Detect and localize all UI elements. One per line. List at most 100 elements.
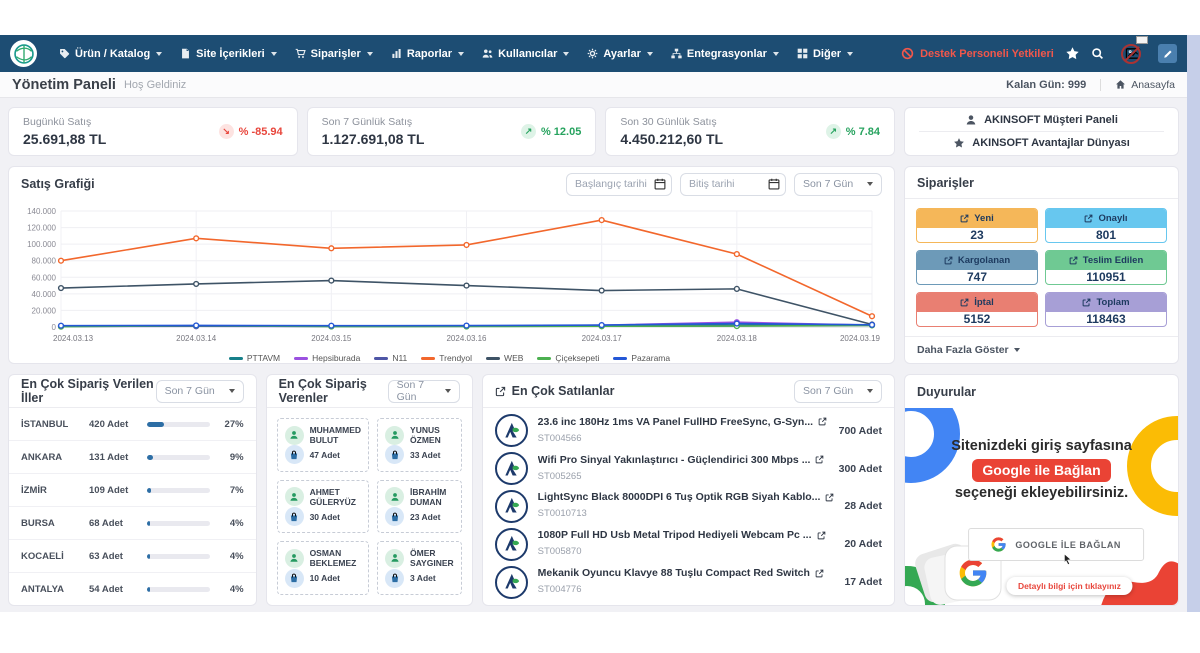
bag-icon xyxy=(385,507,404,526)
customer-card: İBRAHİM DUMAN 23 Adet xyxy=(377,480,462,534)
menu-item-entegrasyonlar[interactable]: Entegrasyonlar xyxy=(663,35,787,72)
cities-title: En Çok Sipariş Verilen İller xyxy=(21,377,156,405)
customer-card: YUNUS ÖZMEN 33 Adet xyxy=(377,418,462,472)
product-row: 23.6 inc 180Hz 1ms VA Panel FullHD FreeS… xyxy=(495,412,882,450)
external-link-icon xyxy=(1082,298,1091,307)
orders-box-delivered[interactable]: Teslim Edilen110951 xyxy=(1045,250,1167,285)
chart-range-select[interactable]: Son 7 Gün xyxy=(794,173,882,196)
orders-box-cancelled[interactable]: İptal5152 xyxy=(916,292,1038,327)
chevron-down-icon xyxy=(867,389,873,393)
akinsoft-product-logo xyxy=(495,528,528,561)
sitemap-icon xyxy=(671,48,682,59)
product-count: 20 Adet xyxy=(844,538,882,550)
menu-label: Ayarlar xyxy=(603,48,641,60)
orders-box-new[interactable]: Yeni23 xyxy=(916,208,1038,243)
svg-text:2024.03.16: 2024.03.16 xyxy=(446,334,487,343)
bottom-row: En Çok Sipariş Verilen İller Son 7 Gün İ… xyxy=(8,374,895,606)
menu-item-site-icerikleri[interactable]: Site İçerikleri xyxy=(172,35,285,72)
menu-item-kullanicilar[interactable]: Kullanıcılar xyxy=(474,35,577,72)
akinsoft-product-logo xyxy=(495,452,528,485)
menu-item-urun-katalog[interactable]: Ürün / Katalog xyxy=(51,35,170,72)
svg-text:40.000: 40.000 xyxy=(32,290,57,299)
external-link-icon xyxy=(815,569,824,578)
product-code: ST005265 xyxy=(538,471,582,482)
edit-mode-button[interactable] xyxy=(1158,44,1177,63)
bag-icon xyxy=(385,569,404,588)
product-row: LightSync Black 8000DPI 6 Tuş Optik RGB … xyxy=(495,488,882,526)
gear-icon xyxy=(587,48,598,59)
legend-item[interactable]: Çiçeksepeti xyxy=(537,353,599,363)
breadcrumb-home-link[interactable]: Anasayfa xyxy=(1101,79,1175,91)
chart-icon xyxy=(391,48,402,59)
file-icon xyxy=(180,48,191,59)
sellers-range-select[interactable]: Son 7 Gün xyxy=(794,380,882,403)
menu-label: Raporlar xyxy=(407,48,452,60)
stat-card-7day-sales: Son 7 Günlük Satış 1.127.691,08 TL ↗% 12… xyxy=(307,107,597,156)
top-navbar: Ürün / Katalog Site İçerikleri Siparişle… xyxy=(0,35,1187,72)
menu-item-raporlar[interactable]: Raporlar xyxy=(383,35,472,72)
external-link-icon xyxy=(960,298,969,307)
stat-card-today-sales: Bugünkü Satış 25.691,88 TL ↘% -85.94 xyxy=(8,107,298,156)
star-icon xyxy=(1066,47,1079,60)
support-permissions-link[interactable]: Destek Personeli Yetkileri xyxy=(901,47,1054,60)
brand-logo[interactable] xyxy=(10,40,37,67)
orders-box-approved[interactable]: Onaylı801 xyxy=(1045,208,1167,243)
customers-range-select[interactable]: Son 7 Gün xyxy=(388,380,460,403)
show-more-link[interactable]: Daha Fazla Göster xyxy=(905,336,1178,363)
customer-panel-link[interactable]: AKINSOFT Müşteri Paneli xyxy=(919,109,1164,131)
city-bar xyxy=(147,455,210,460)
stat-value: 4.450.212,60 TL xyxy=(620,131,723,147)
legend-item[interactable]: PTTAVM xyxy=(229,353,280,363)
home-icon xyxy=(1115,79,1126,90)
main-menu: Ürün / Katalog Site İçerikleri Siparişle… xyxy=(51,35,861,72)
stat-card-30day-sales: Son 30 Günlük Satış 4.450.212,60 TL ↗% 7… xyxy=(605,107,895,156)
chevron-down-icon xyxy=(773,52,779,56)
svg-text:80.000: 80.000 xyxy=(32,257,57,266)
top-sellers-card: En Çok Satılanlar Son 7 Gün 23.6 inc 180… xyxy=(482,374,895,606)
end-date-field xyxy=(680,173,786,196)
product-code: ST004776 xyxy=(538,584,582,595)
language-flag-button[interactable] xyxy=(1122,45,1144,63)
page-subtitle: Hoş Geldiniz xyxy=(124,79,186,91)
external-link-icon xyxy=(944,256,953,265)
product-link[interactable]: LightSync Black 8000DPI 6 Tuş Optik RGB … xyxy=(538,491,835,503)
advantages-link[interactable]: AKINSOFT Avantajlar Dünyası xyxy=(919,132,1164,154)
product-row: Wifi Pro Sinyal Yakınlaştırıcı - Güçlend… xyxy=(495,450,882,488)
orders-box-total[interactable]: Toplam118463 xyxy=(1045,292,1167,327)
city-bar xyxy=(147,587,210,592)
orders-box-shipped[interactable]: Kargolanan747 xyxy=(916,250,1038,285)
customers-title: En Çok Sipariş Verenler xyxy=(279,377,388,405)
product-link[interactable]: 1080P Full HD Usb Metal Tripod Hediyeli … xyxy=(538,529,835,541)
product-link[interactable]: Wifi Pro Sinyal Yakınlaştırıcı - Güçlend… xyxy=(538,454,829,466)
product-link[interactable]: 23.6 inc 180Hz 1ms VA Panel FullHD FreeS… xyxy=(538,416,829,428)
ban-icon xyxy=(901,47,914,60)
grid-icon xyxy=(797,48,808,59)
legend-item[interactable]: WEB xyxy=(486,353,523,363)
details-info-link[interactable]: Detaylı bilgi için tıklayınız xyxy=(1006,577,1133,595)
page-scrollbar[interactable] xyxy=(1187,35,1200,612)
svg-text:2024.03.14: 2024.03.14 xyxy=(176,334,217,343)
svg-text:140.000: 140.000 xyxy=(27,207,56,216)
akinsoft-product-logo xyxy=(495,490,528,523)
stat-change-badge: ↗% 12.05 xyxy=(521,124,581,139)
favorites-star-button[interactable] xyxy=(1066,47,1079,60)
menu-item-ayarlar[interactable]: Ayarlar xyxy=(579,35,661,72)
external-link-icon xyxy=(1084,214,1093,223)
menu-item-diger[interactable]: Diğer xyxy=(789,35,861,72)
google-login-banner[interactable]: Sitenizdeki giriş sayfasına Google ile B… xyxy=(905,408,1178,605)
legend-item[interactable]: Hepsiburada xyxy=(294,353,360,363)
product-link[interactable]: Mekanik Oyuncu Klavye 88 Tuşlu Compact R… xyxy=(538,567,835,579)
menu-label: Entegrasyonlar xyxy=(687,48,767,60)
person-icon xyxy=(285,487,304,506)
menu-item-siparisler[interactable]: Siparişler xyxy=(287,35,381,72)
users-icon xyxy=(482,48,493,59)
cities-range-select[interactable]: Son 7 Gün xyxy=(156,380,244,403)
legend-item[interactable]: N11 xyxy=(374,353,407,363)
customer-card: AHMET GÜLERYÜZ 30 Adet xyxy=(277,480,369,534)
banner-text: Sitenizdeki giriş sayfasına Google ile B… xyxy=(905,436,1178,505)
sales-line-chart: 020.00040.00060.00080.000100.000120.0001… xyxy=(13,203,882,347)
legend-item[interactable]: Pazarama xyxy=(613,353,670,363)
search-button[interactable] xyxy=(1091,47,1104,60)
legend-item[interactable]: Trendyol xyxy=(421,353,472,363)
google-login-button[interactable]: GOOGLE İLE BAĞLAN xyxy=(968,528,1144,561)
